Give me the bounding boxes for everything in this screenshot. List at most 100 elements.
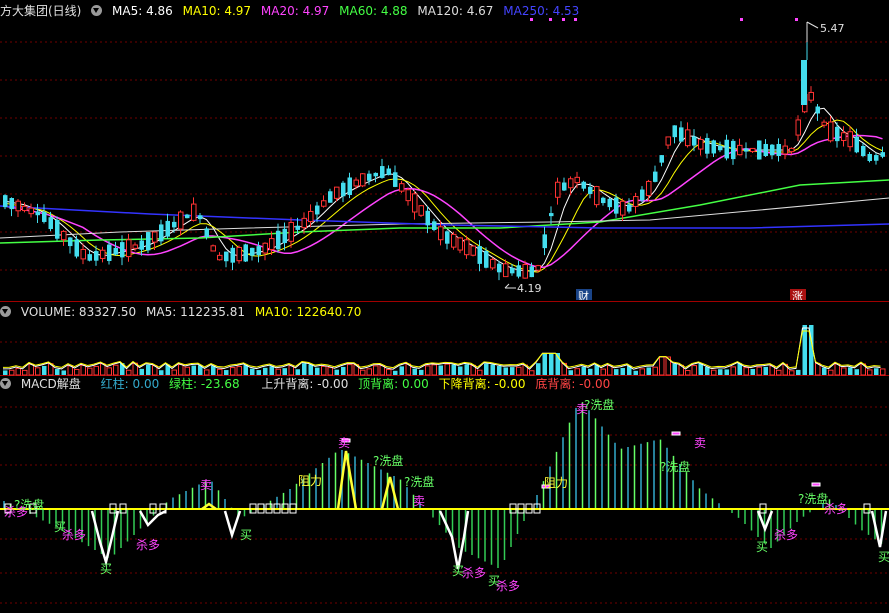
candlestick [61,230,67,246]
volume-bar [126,369,132,376]
volume-bar [718,369,723,375]
candlestick [867,152,872,163]
volume-chart[interactable] [0,302,889,377]
volume-bar [444,363,450,376]
candlestick [100,246,106,263]
candlestick [341,180,346,203]
macd-chart[interactable]: 杀多?洗盘买杀多买杀多卖买阻力卖?洗盘?洗盘卖买杀多买杀多阻力卖?洗盘?洗盘卖买… [0,377,889,613]
volume-bar [536,363,541,375]
candlestick [744,142,749,159]
candlestick [68,236,73,254]
volume-bar [639,368,645,376]
volume-bar [80,364,86,376]
candlestick [763,139,768,157]
volume-bar [263,367,268,375]
candlestick [55,216,60,241]
volume-bar [321,365,327,376]
volume-bar [685,370,691,376]
volume-bar [347,364,353,376]
macd-signal-buy: 买 [100,562,112,576]
candlestick [126,233,132,262]
candlestick [821,119,827,128]
volume-bar [867,369,873,376]
macd-signal-wash: ?洗盘 [14,497,44,512]
volume-bar [503,367,508,375]
volume-bar [458,366,463,375]
volume-bar [61,370,66,375]
volume-bar [275,368,281,376]
volume-bar [490,364,495,375]
price-chart[interactable]: 5.47 4.19 财 涨 [0,0,889,300]
volume-bar [35,367,41,376]
volume-bar [22,369,28,376]
candlestick [386,165,391,176]
candlestick [432,218,437,232]
volume-bar [581,366,586,375]
volume-bar [451,364,456,375]
ma10-line [4,119,883,273]
volume-bar [633,370,638,375]
candlestick [568,176,574,196]
volume-bar [191,365,196,375]
volume-bar [646,367,651,375]
volume-bar [652,366,658,376]
volume-bar [484,363,489,375]
finance-marker[interactable]: 财 [578,289,589,300]
volume-bar [880,368,886,376]
volume-bar [315,367,320,375]
volume-bar [295,369,300,375]
volume-bar [724,369,729,375]
volume-bar [841,367,847,376]
candlestick [828,115,834,143]
volume-bar [412,368,417,375]
volume-bar [464,364,469,375]
candlestick [321,195,327,208]
volume-bar [510,367,515,375]
candlestick [230,245,235,271]
limit-up-marker[interactable]: 涨 [792,290,803,300]
volume-bar [224,370,229,375]
volume-bar [802,325,807,375]
volume-bar [171,369,177,376]
macd-signal-wash: ?洗盘 [373,453,403,468]
candlestick [146,231,151,254]
macd-signal-buy: 买 [240,528,252,542]
volume-bar [750,369,755,375]
candlestick [380,158,385,179]
macd-signal-kill-long: 杀多 [824,501,848,516]
macd-signal-wash: ?洗盘 [404,474,434,489]
volume-bar [67,365,73,376]
candlestick [601,196,606,206]
dip-shape [438,510,470,570]
macd-signal-wash: ?洗盘 [660,459,690,474]
candlestick [288,217,294,248]
volume-bar [256,370,261,375]
volume-bar [393,370,398,375]
volume-bar [588,368,593,375]
volume-bar [334,369,339,375]
candlestick [74,235,79,259]
macd-signal-resist: 阻力 [298,474,322,488]
macd-signal-wash: ?洗盘 [584,397,614,412]
volume-bar [146,364,151,375]
dip-shape [223,510,242,540]
volume-bar [87,367,93,376]
volume-bar [399,366,404,375]
volume-bar [756,366,762,376]
candlestick [737,138,743,156]
peak-shape [336,450,358,510]
candlestick [315,201,320,223]
candlestick [139,234,144,256]
candlestick [418,205,424,217]
volume-bar [373,365,379,376]
candlestick [210,244,216,252]
low-price-label: 4.19 [517,282,542,295]
volume-bar [614,369,619,375]
candlestick [770,143,775,160]
volume-bar [698,363,703,375]
candlestick [711,139,716,158]
volume-bar [366,368,372,376]
candlestick [360,173,366,188]
volume-bar [477,369,483,376]
volume-bar [250,368,255,375]
